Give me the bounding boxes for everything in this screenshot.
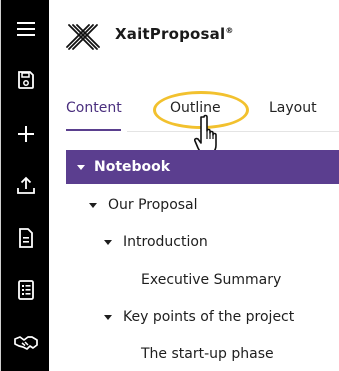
xait-logo-icon xyxy=(66,24,100,50)
app-window: XaitProposal® Content Outline Layout Not… xyxy=(0,0,339,371)
tree-item-executive-summary[interactable]: Executive Summary xyxy=(66,263,339,297)
tree-item-notebook[interactable]: Notebook xyxy=(66,150,339,184)
main-panel: XaitProposal® Content Outline Layout Not… xyxy=(49,0,339,371)
tree-item-label: Notebook xyxy=(94,159,171,175)
menu-icon xyxy=(16,22,35,36)
checklist-icon xyxy=(17,280,34,300)
active-tab-indicator xyxy=(66,129,121,131)
expand-caret-icon[interactable] xyxy=(101,310,115,324)
add-button[interactable] xyxy=(1,116,50,152)
save-button[interactable] xyxy=(1,62,50,98)
tree-item-label: Key points of the project xyxy=(123,309,295,325)
sidebar-rail xyxy=(0,0,49,371)
checklist-button[interactable] xyxy=(1,272,50,308)
upload-button[interactable] xyxy=(1,168,50,204)
expand-caret-icon[interactable] xyxy=(86,198,100,212)
handshake-icon xyxy=(13,336,38,350)
tab-divider xyxy=(127,131,339,132)
handshake-button[interactable] xyxy=(1,325,50,361)
tree-item-label: Introduction xyxy=(123,234,208,250)
tree-item-label: The start-up phase xyxy=(141,346,274,362)
save-icon xyxy=(17,71,34,89)
brand-name: XaitProposal® xyxy=(115,25,234,43)
upload-icon xyxy=(16,176,35,194)
tree-item-introduction[interactable]: Introduction xyxy=(66,225,339,259)
add-icon xyxy=(17,126,34,142)
expand-caret-icon[interactable] xyxy=(74,160,88,174)
tree-item-our-proposal[interactable]: Our Proposal xyxy=(66,188,339,222)
document-button[interactable] xyxy=(1,220,50,256)
menu-button[interactable] xyxy=(1,11,50,47)
brand-name-text: XaitProposal xyxy=(115,25,226,43)
expand-caret-icon[interactable] xyxy=(101,235,115,249)
tree-item-label: Our Proposal xyxy=(108,197,198,213)
trademark-symbol: ® xyxy=(225,26,234,35)
document-icon xyxy=(18,228,33,248)
tree-item-label: Executive Summary xyxy=(141,272,282,288)
tree-item-start-up-phase[interactable]: The start-up phase xyxy=(66,337,339,371)
tree-item-key-points[interactable]: Key points of the project xyxy=(66,300,339,334)
